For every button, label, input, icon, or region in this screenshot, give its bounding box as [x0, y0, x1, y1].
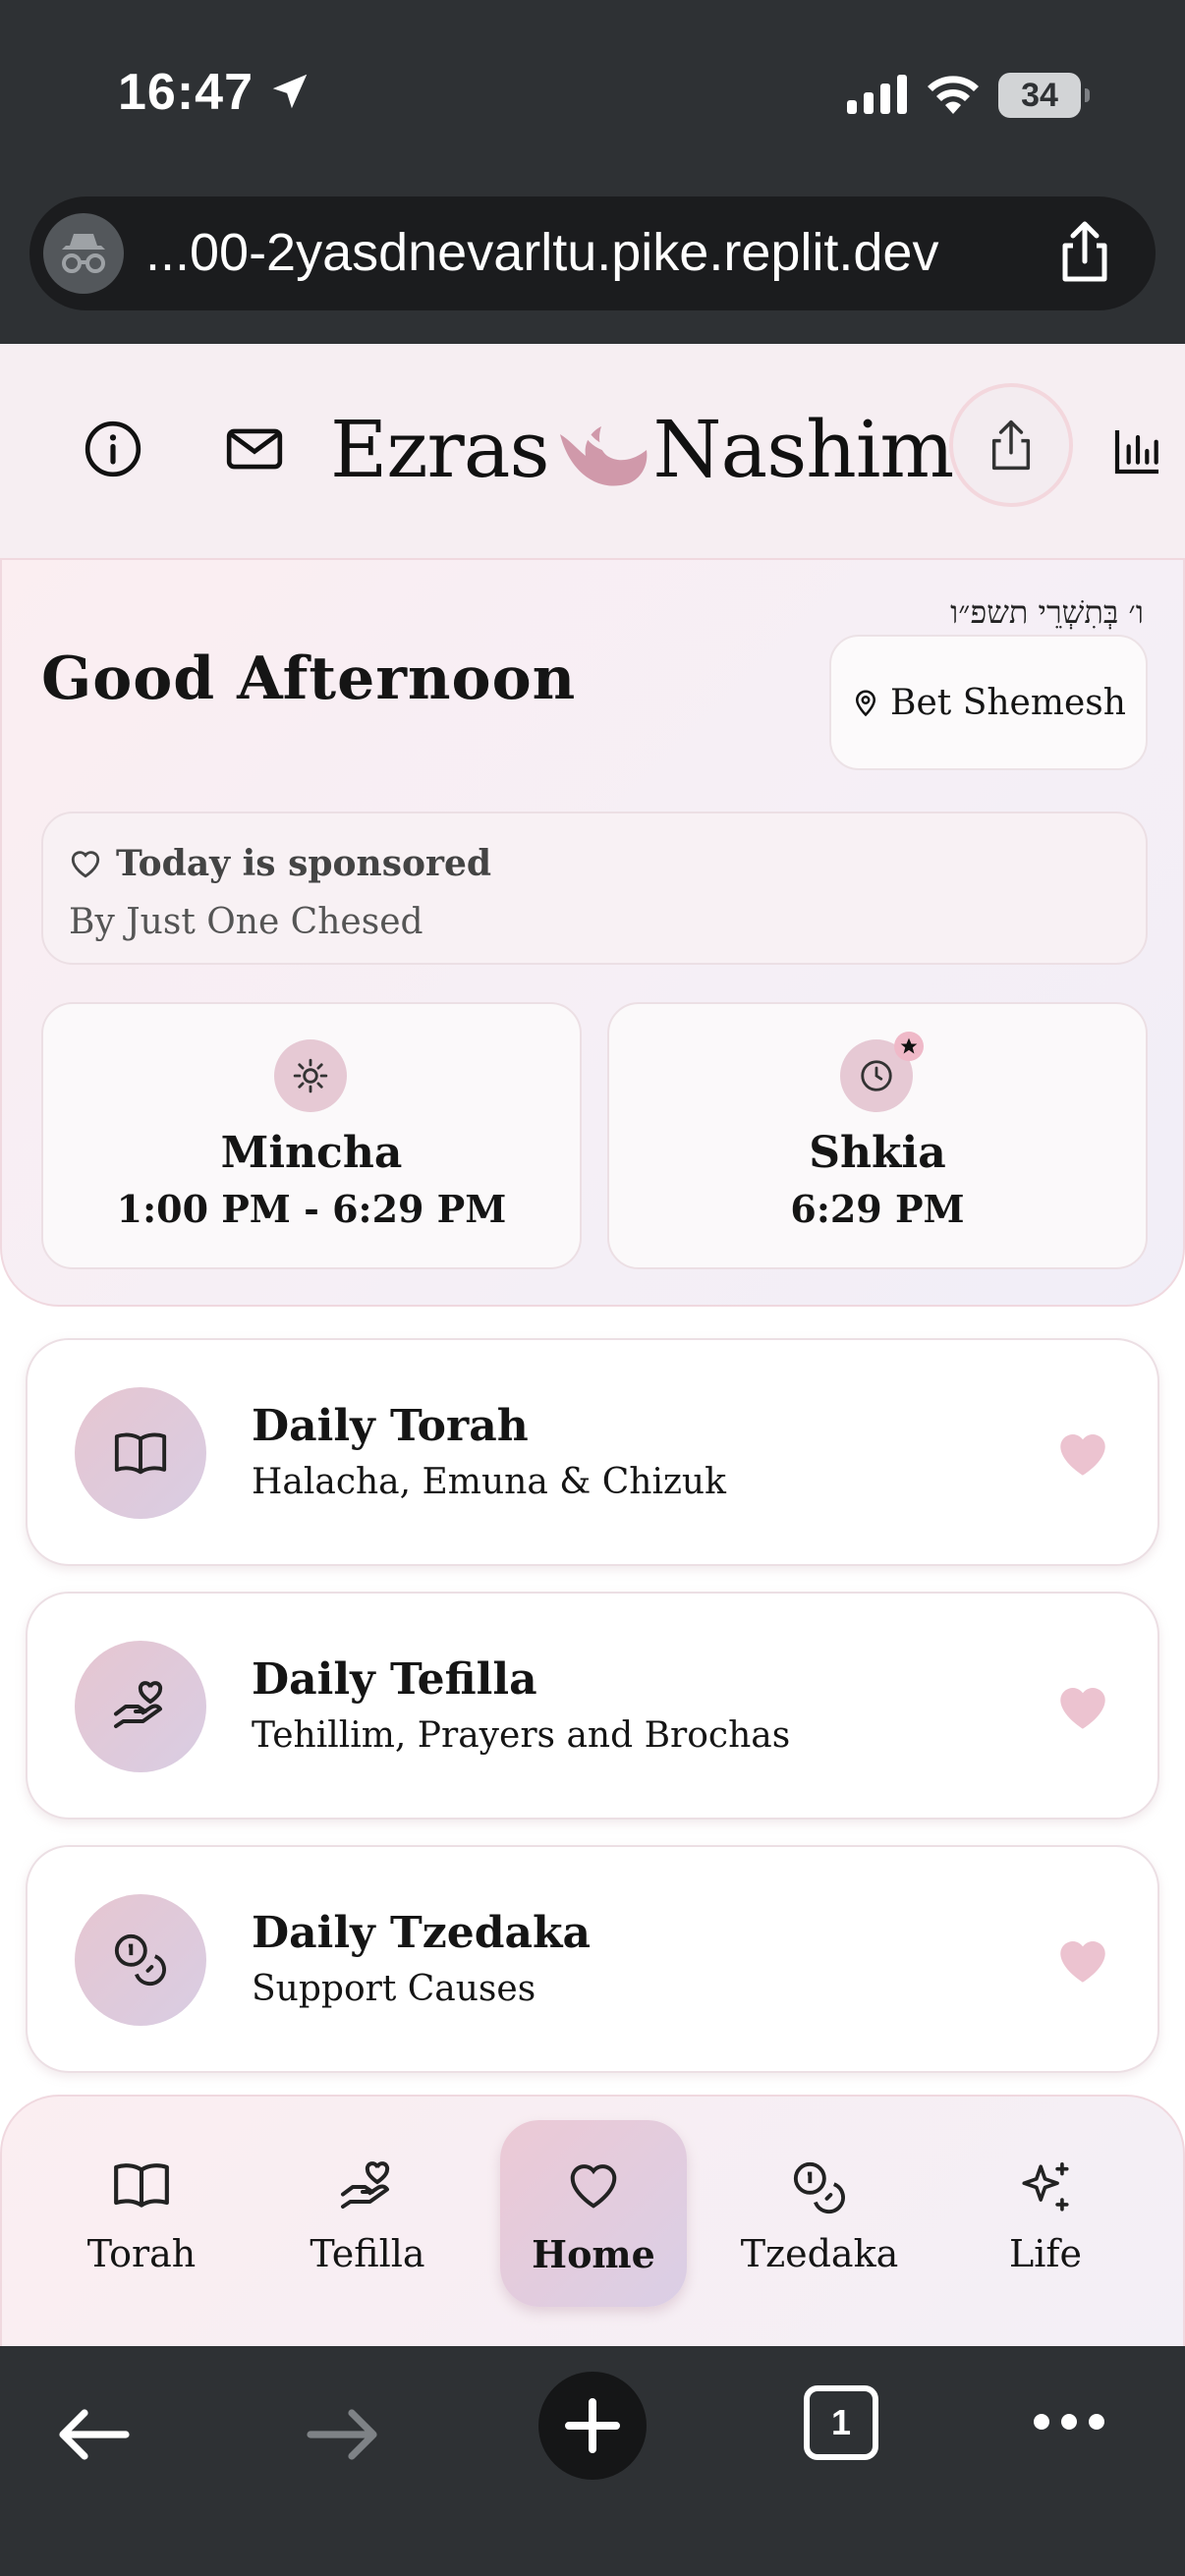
browser-toolbar: 1 — [0, 2346, 1185, 2576]
app-content: Ezras Nashim ו׳ בְּתִשְׁרֵי תשפ״ו Good A… — [0, 344, 1185, 2346]
map-pin-icon — [856, 690, 876, 717]
tab-switcher-button[interactable]: 1 — [804, 2385, 878, 2460]
tab-torah[interactable]: Torah — [48, 2097, 235, 2323]
book-icon — [75, 1387, 206, 1519]
feature-subtitle: Support Causes — [252, 1969, 536, 2009]
coins-icon — [75, 1894, 206, 2026]
active-tab-highlight — [500, 2120, 687, 2307]
feature-subtitle: Halacha, Emuna & Chizuk — [252, 1462, 726, 1502]
bottom-tab-bar: Torah Tefilla Home Tzedaka Life — [0, 2095, 1185, 2346]
heart-icon — [565, 2159, 622, 2211]
shkia-title: Shkia — [809, 1128, 946, 1178]
sun-icon — [274, 1039, 347, 1112]
logo-text-right: Nashim — [652, 403, 955, 495]
wifi-icon — [926, 71, 981, 114]
feature-title: Daily Tzedaka — [252, 1908, 591, 1958]
location-button[interactable]: Bet Shemesh — [829, 635, 1148, 770]
tab-label: Home — [532, 2232, 655, 2276]
hand-heart-icon — [75, 1641, 206, 1772]
stats-chart-icon[interactable] — [1110, 422, 1165, 479]
forward-arrow-icon[interactable] — [307, 2407, 381, 2462]
hebrew-date: ו׳ בְּתִשְׁרֵי תשפ״ו — [950, 593, 1144, 631]
share-app-icon — [991, 420, 1031, 471]
cellular-signal-icon — [847, 75, 908, 114]
favorite-heart-icon[interactable] — [1055, 1935, 1110, 1985]
star-badge-icon — [894, 1032, 924, 1061]
app-logo: Ezras Nashim — [330, 395, 955, 503]
mincha-card: Mincha 1:00 PM - 6:29 PM — [41, 1002, 582, 1269]
favorite-heart-icon[interactable] — [1055, 1428, 1110, 1478]
tab-label: Tzedaka — [740, 2232, 899, 2275]
url-text[interactable]: ...00-2yasdnevarltu.pike.replit.dev — [145, 222, 938, 283]
daily-tefilla-card[interactable]: Daily Tefilla Tehillim, Prayers and Broc… — [26, 1592, 1159, 1820]
incognito-icon[interactable] — [43, 213, 124, 294]
tab-tzedaka[interactable]: Tzedaka — [726, 2097, 913, 2323]
new-tab-button[interactable] — [538, 2372, 647, 2480]
app-header: Ezras Nashim — [0, 344, 1185, 560]
tab-count: 1 — [830, 2402, 852, 2442]
status-bar: 16:47 34 — [0, 0, 1185, 187]
status-time: 16:47 — [118, 64, 254, 121]
daily-torah-card[interactable]: Daily Torah Halacha, Emuna & Chizuk — [26, 1338, 1159, 1566]
logo-mark-icon — [559, 421, 647, 486]
feature-title: Daily Torah — [252, 1401, 529, 1451]
tab-label: Torah — [86, 2232, 197, 2275]
shkia-card: Shkia 6:29 PM — [607, 1002, 1148, 1269]
location-arrow-icon — [267, 69, 312, 114]
more-options-icon[interactable] — [1032, 2411, 1106, 2433]
share-app-button[interactable] — [949, 383, 1073, 507]
mincha-time: 1:00 PM - 6:29 PM — [116, 1187, 507, 1231]
heart-outline-icon — [71, 851, 100, 878]
mincha-title: Mincha — [220, 1128, 403, 1178]
mail-icon[interactable] — [222, 419, 287, 479]
book-icon — [111, 2159, 172, 2211]
hero-panel: ו׳ בְּתִשְׁרֵי תשפ״ו Good Afternoon Bet … — [0, 560, 1185, 1307]
hand-heart-icon — [338, 2159, 397, 2214]
sponsor-card: Today is sponsored By Just One Chesed — [41, 812, 1148, 965]
sparkles-icon — [1017, 2159, 1074, 2216]
logo-text-left: Ezras — [330, 403, 550, 495]
tab-life[interactable]: Life — [952, 2097, 1139, 2323]
plus-icon — [565, 2398, 620, 2453]
sponsor-title: Today is sponsored — [116, 843, 492, 884]
tab-label: Tefilla — [310, 2232, 425, 2275]
back-arrow-icon[interactable] — [55, 2407, 130, 2462]
info-icon[interactable] — [83, 419, 143, 479]
greeting: Good Afternoon — [41, 644, 577, 713]
sponsor-name: By Just One Chesed — [69, 902, 423, 942]
feature-title: Daily Tefilla — [252, 1654, 537, 1705]
share-icon[interactable] — [1055, 220, 1114, 285]
tab-label: Life — [1009, 2232, 1082, 2275]
feature-subtitle: Tehillim, Prayers and Brochas — [252, 1715, 791, 1756]
shkia-time: 6:29 PM — [790, 1187, 965, 1231]
favorite-heart-icon[interactable] — [1055, 1682, 1110, 1731]
location-label: Bet Shemesh — [890, 682, 1126, 723]
daily-tzedaka-card[interactable]: Daily Tzedaka Support Causes — [26, 1845, 1159, 2073]
tab-home[interactable]: Home — [500, 2097, 687, 2323]
battery-indicator: 34 — [998, 73, 1090, 118]
tab-tefilla[interactable]: Tefilla — [274, 2097, 461, 2323]
coins-icon — [791, 2159, 848, 2216]
address-bar[interactable]: ...00-2yasdnevarltu.pike.replit.dev — [29, 196, 1156, 310]
